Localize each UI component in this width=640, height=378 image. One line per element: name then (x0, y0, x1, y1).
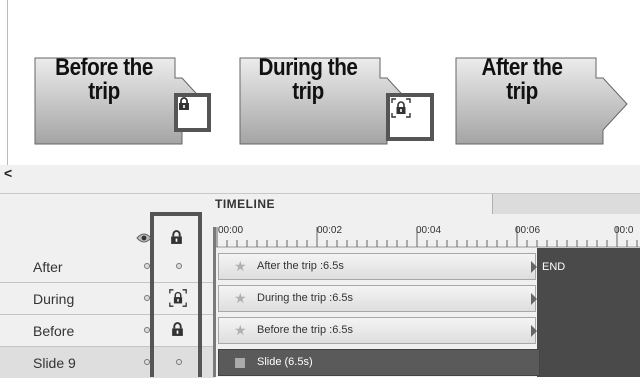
bar-label: Before the trip :6.5s (257, 324, 353, 336)
playhead[interactable] (213, 227, 216, 377)
arrow-shape-during[interactable]: During the trip (234, 48, 434, 152)
timeline-bar[interactable]: ★ Before the trip :6.5s (218, 317, 537, 344)
tick-label: 00:00 (218, 225, 244, 236)
timeline-bar[interactable]: ★ During the trip :6.5s (218, 285, 537, 312)
lock-highlight (174, 93, 211, 132)
arrow-text-line2: trip (88, 78, 120, 105)
slide-bar[interactable]: Slide (6.5s) (218, 349, 540, 376)
stage-edge (7, 0, 8, 165)
layer-name: After (33, 259, 63, 275)
tick-label: 00:02 (317, 225, 343, 236)
arrow-text-line1: Before the (55, 54, 153, 81)
collapse-panel-button[interactable]: < (4, 165, 12, 181)
tick-label: 00:0 (614, 225, 634, 236)
star-icon: ★ (234, 322, 247, 338)
slide-stage[interactable]: Before the trip During the trip After th… (0, 0, 640, 165)
arrow-shape-after[interactable]: After the trip (450, 48, 640, 152)
bar-label: During the trip :6.5s (257, 292, 353, 304)
star-icon: ★ (234, 290, 247, 306)
slide-icon (235, 358, 245, 368)
layer-name: During (33, 291, 75, 307)
bar-end-handle[interactable] (531, 325, 537, 337)
timeline-bar[interactable]: ★ After the trip :6.5s (218, 253, 537, 280)
tick-label: 00:06 (515, 225, 541, 236)
star-icon: ★ (234, 258, 247, 274)
lock-highlight (386, 93, 434, 141)
bar-end-handle[interactable] (531, 261, 537, 273)
arrow-shape-before[interactable]: Before the trip (34, 48, 224, 152)
arrow-text-line2: trip (292, 78, 324, 105)
arrow-text-before: Before the trip (44, 56, 164, 104)
layer-name: Before (33, 323, 75, 339)
tick-label: 00:04 (416, 225, 442, 236)
arrow-text-line2: trip (506, 78, 538, 105)
timeline-header-extra (492, 194, 640, 214)
timeline-header: TIMELINE (0, 193, 640, 214)
arrow-text-during: During the trip (248, 56, 368, 104)
bar-label: Slide (6.5s) (257, 356, 313, 368)
timeline-title: TIMELINE (215, 197, 275, 211)
arrow-text-line1: After the (481, 54, 563, 81)
lock-column-highlight (150, 212, 202, 377)
timeline-ruler[interactable]: 00:00 00:02 00:04 00:06 00:0 (215, 225, 640, 248)
arrow-text-after: After the trip (462, 56, 582, 104)
bar-end-handle[interactable] (531, 293, 537, 305)
bar-label: After the trip :6.5s (257, 260, 344, 272)
layer-name: Slide 9 (33, 355, 76, 371)
arrow-text-line1: During the (258, 54, 358, 81)
